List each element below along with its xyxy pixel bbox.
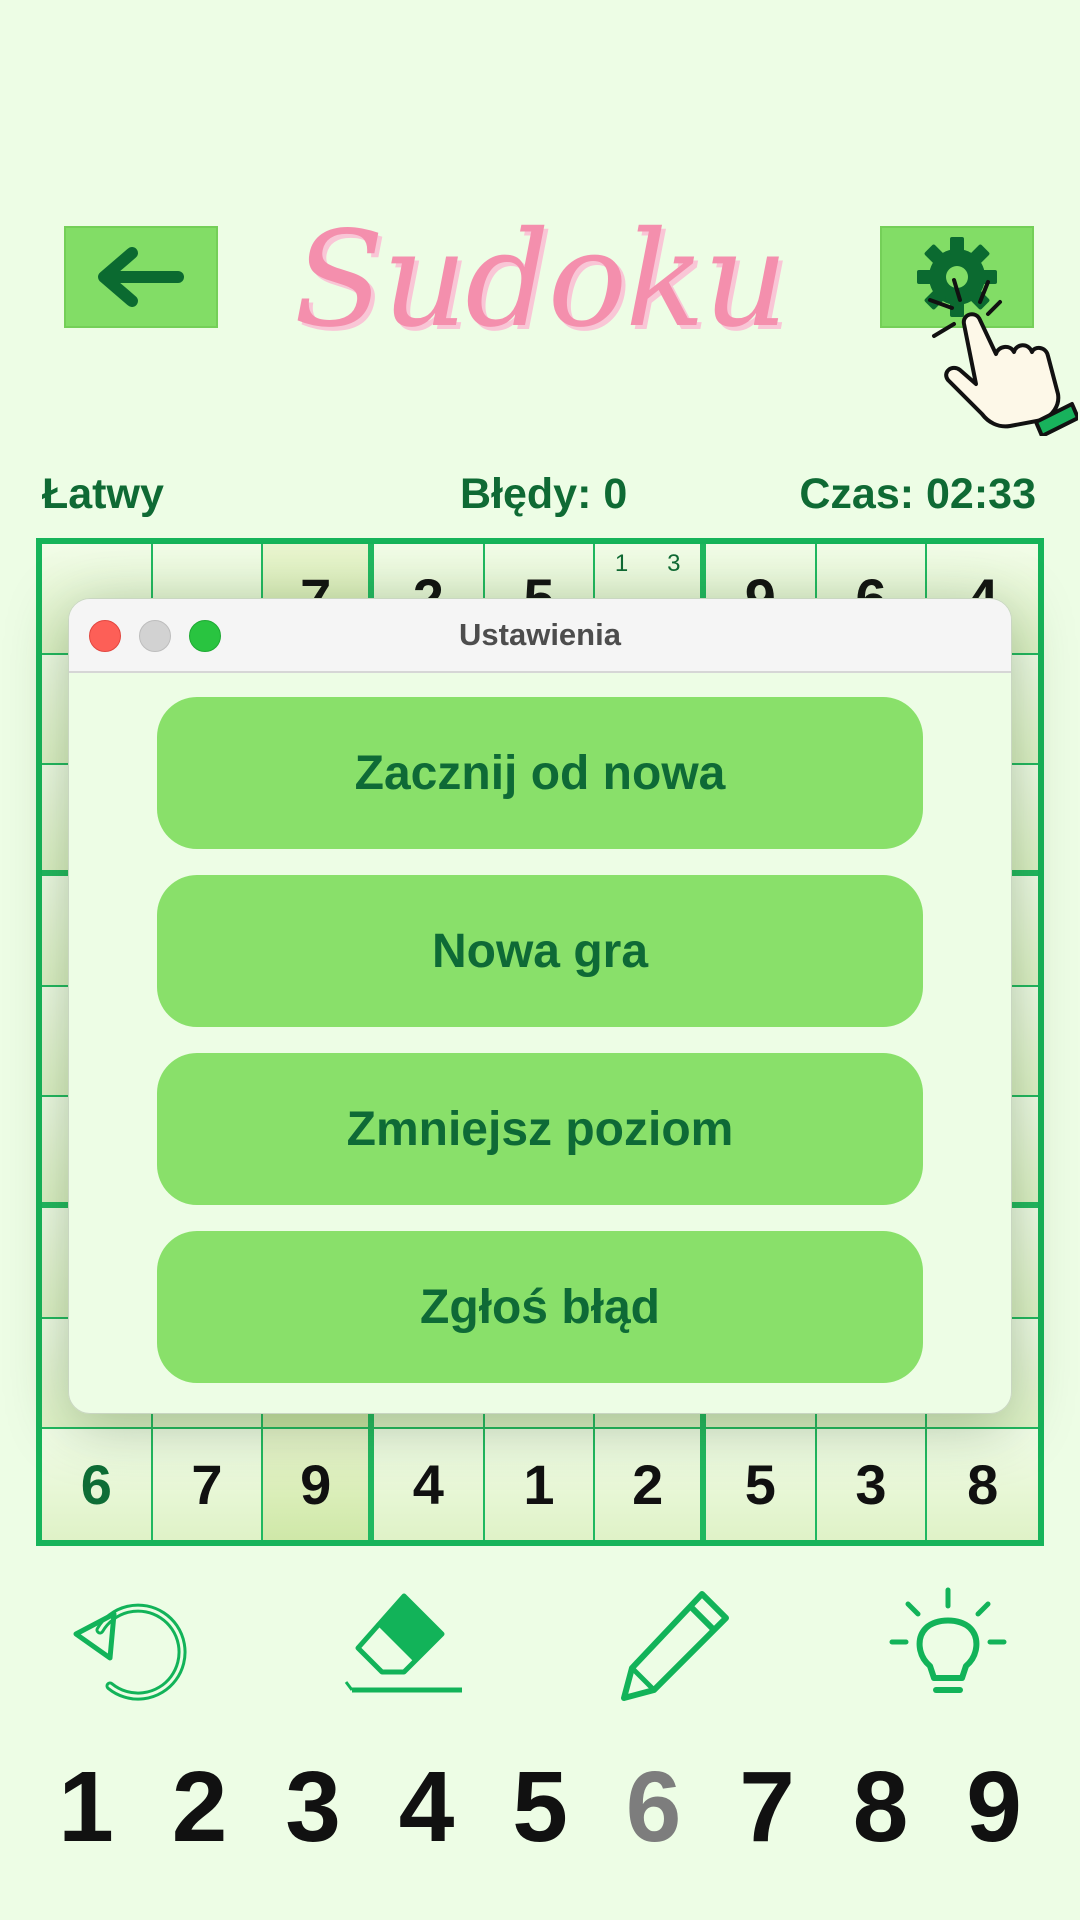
- board-cell[interactable]: 8: [927, 1429, 1038, 1540]
- back-button[interactable]: [64, 226, 218, 328]
- difficulty-label: Łatwy: [42, 470, 164, 518]
- arrow-left-icon: [98, 247, 184, 307]
- note-digit: 1: [614, 550, 629, 577]
- number-button[interactable]: 5: [492, 1752, 588, 1862]
- close-window-button[interactable]: [89, 620, 121, 652]
- pencil-icon: [621, 1591, 729, 1701]
- report-bug-button[interactable]: Zgłoś błąd: [157, 1231, 923, 1383]
- eraser-button[interactable]: [342, 1586, 466, 1706]
- note-digit: 3: [667, 550, 681, 577]
- number-pad: 123456789: [20, 1752, 1060, 1862]
- number-button[interactable]: 1: [38, 1752, 134, 1862]
- tap-hand-icon: [928, 278, 1078, 436]
- dialog-title: Ustawienia: [459, 617, 621, 652]
- new-game-button[interactable]: Nowa gra: [157, 875, 923, 1027]
- cell-notes: 13: [595, 550, 700, 578]
- number-button[interactable]: 2: [152, 1752, 248, 1862]
- board-cell[interactable]: 3: [816, 1429, 928, 1540]
- board-cell[interactable]: 7: [152, 1429, 264, 1540]
- minimize-window-button[interactable]: [139, 620, 171, 652]
- number-button[interactable]: 7: [719, 1752, 815, 1862]
- dialog-titlebar[interactable]: Ustawienia: [69, 599, 1011, 673]
- eraser-icon: [344, 1593, 462, 1693]
- settings-dialog: Ustawienia Zacznij od nowa Nowa gra Zmni…: [68, 598, 1012, 1414]
- errors-counter: Błędy: 0: [460, 470, 628, 518]
- restart-button[interactable]: Zacznij od nowa: [157, 697, 923, 849]
- number-button[interactable]: 8: [833, 1752, 929, 1862]
- board-cell[interactable]: 4: [373, 1429, 485, 1540]
- board-cell[interactable]: 2: [595, 1429, 706, 1540]
- app-title: Sudoku: [293, 203, 788, 357]
- timer: Czas: 02:33: [799, 470, 1036, 518]
- hint-button[interactable]: [888, 1586, 1008, 1706]
- lightbulb-icon: [889, 1587, 1007, 1693]
- number-button[interactable]: 9: [946, 1752, 1042, 1862]
- number-button[interactable]: 6: [606, 1752, 702, 1862]
- board-cell[interactable]: 6: [42, 1429, 153, 1540]
- pencil-button[interactable]: [614, 1586, 734, 1706]
- board-cell[interactable]: 5: [705, 1429, 817, 1540]
- number-button[interactable]: 4: [379, 1752, 475, 1862]
- number-button[interactable]: 3: [265, 1752, 361, 1862]
- board-cell[interactable]: 9: [263, 1429, 374, 1540]
- undo-button[interactable]: [70, 1586, 190, 1706]
- undo-icon: [73, 1603, 187, 1701]
- lower-level-button[interactable]: Zmniejsz poziom: [157, 1053, 923, 1205]
- board-cell[interactable]: 1: [484, 1429, 596, 1540]
- maximize-window-button[interactable]: [189, 620, 221, 652]
